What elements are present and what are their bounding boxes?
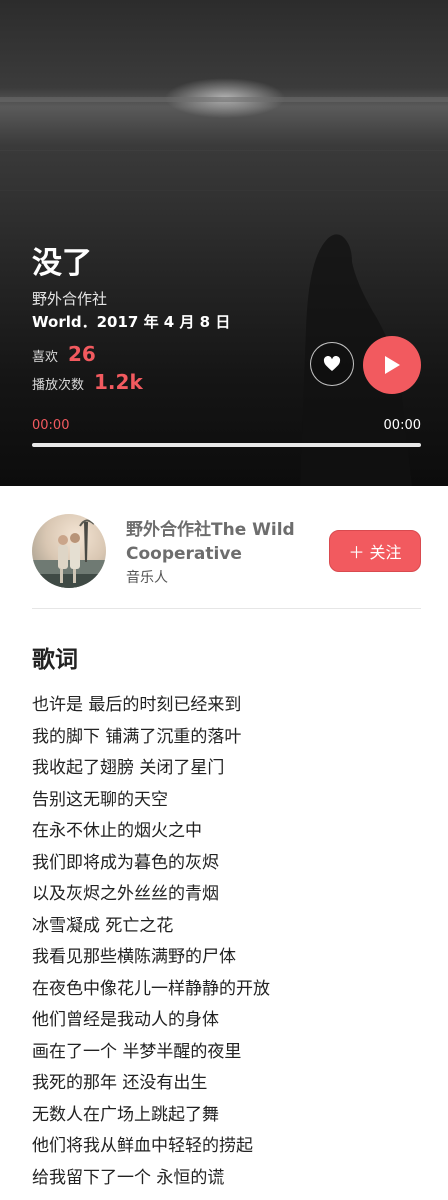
current-time: 00:00 xyxy=(32,418,70,433)
artist-name[interactable]: 野外合作社The Wild Cooperative xyxy=(126,518,316,566)
avatar-photo xyxy=(32,519,106,588)
heart-icon xyxy=(323,356,341,371)
play-button[interactable] xyxy=(363,336,421,394)
lyrics-list: 也许是 最后的时刻已经来到 我的脚下 铺满了沉重的落叶 我收起了翅膀 关闭了星门… xyxy=(32,690,270,1194)
artist-card: 野外合作社The Wild Cooperative 音乐人 ＋ 关注 xyxy=(0,486,448,609)
follow-button[interactable]: ＋ 关注 xyxy=(329,530,421,572)
lyric-line: 以及灰烬之外丝丝的青烟 xyxy=(32,884,219,904)
likes-count: 26 xyxy=(68,342,96,366)
likes-stat: 喜欢 26 xyxy=(32,342,96,366)
song-hero: 没了 野外合作社 World．2017 年 4 月 8 日 喜欢 26 播放次数… xyxy=(0,0,448,486)
lyric-line: 我的脚下 铺满了沉重的落叶 xyxy=(32,726,242,747)
song-title: 没了 xyxy=(32,246,92,281)
lyric-line: 我死的那年 还没有出生 xyxy=(32,1073,208,1093)
lyric-line: 给我留下了一个 永恒的谎 xyxy=(32,1167,225,1188)
artist-role: 音乐人 xyxy=(126,570,168,586)
lyric-line: 我收起了翅膀 关闭了星门 xyxy=(32,758,225,778)
lyric-line: 画在了一个 半梦半醒的夜里 xyxy=(32,1041,242,1062)
plays-stat: 播放次数 1.2k xyxy=(32,370,143,394)
lyric-line: 在夜色中像花儿一样静静的开放 xyxy=(32,978,270,999)
lyric-line: 告别这无聊的天空 xyxy=(32,789,168,810)
divider xyxy=(32,608,421,609)
lyric-line: 他们将我从鲜血中轻轻的捞起 xyxy=(32,1136,253,1156)
lyric-line: 在永不休止的烟火之中 xyxy=(32,821,202,841)
lyric-line: 冰雪凝成 死亡之花 xyxy=(32,915,174,936)
progress-bar[interactable] xyxy=(32,443,421,447)
lyric-line: 我们即将成为暮色的灰烬 xyxy=(32,852,219,873)
lyrics-heading: 歌词 xyxy=(32,647,78,673)
likes-label: 喜欢 xyxy=(32,350,59,365)
total-time: 00:00 xyxy=(383,418,421,433)
lyric-line: 他们曾经是我动人的身体 xyxy=(32,1010,219,1030)
lyric-line: 无数人在广场上跳起了舞 xyxy=(32,1104,219,1125)
plays-count: 1.2k xyxy=(94,370,143,394)
song-artist[interactable]: 野外合作社 xyxy=(32,288,107,309)
plays-label: 播放次数 xyxy=(32,378,85,393)
lyric-line: 我看见那些横陈满野的尸体 xyxy=(32,947,236,967)
play-icon xyxy=(385,356,400,374)
avatar[interactable] xyxy=(32,514,106,588)
like-button[interactable] xyxy=(310,342,354,386)
lyric-line: 也许是 最后的时刻已经来到 xyxy=(32,695,242,715)
release-info: World．2017 年 4 月 8 日 xyxy=(32,313,231,331)
